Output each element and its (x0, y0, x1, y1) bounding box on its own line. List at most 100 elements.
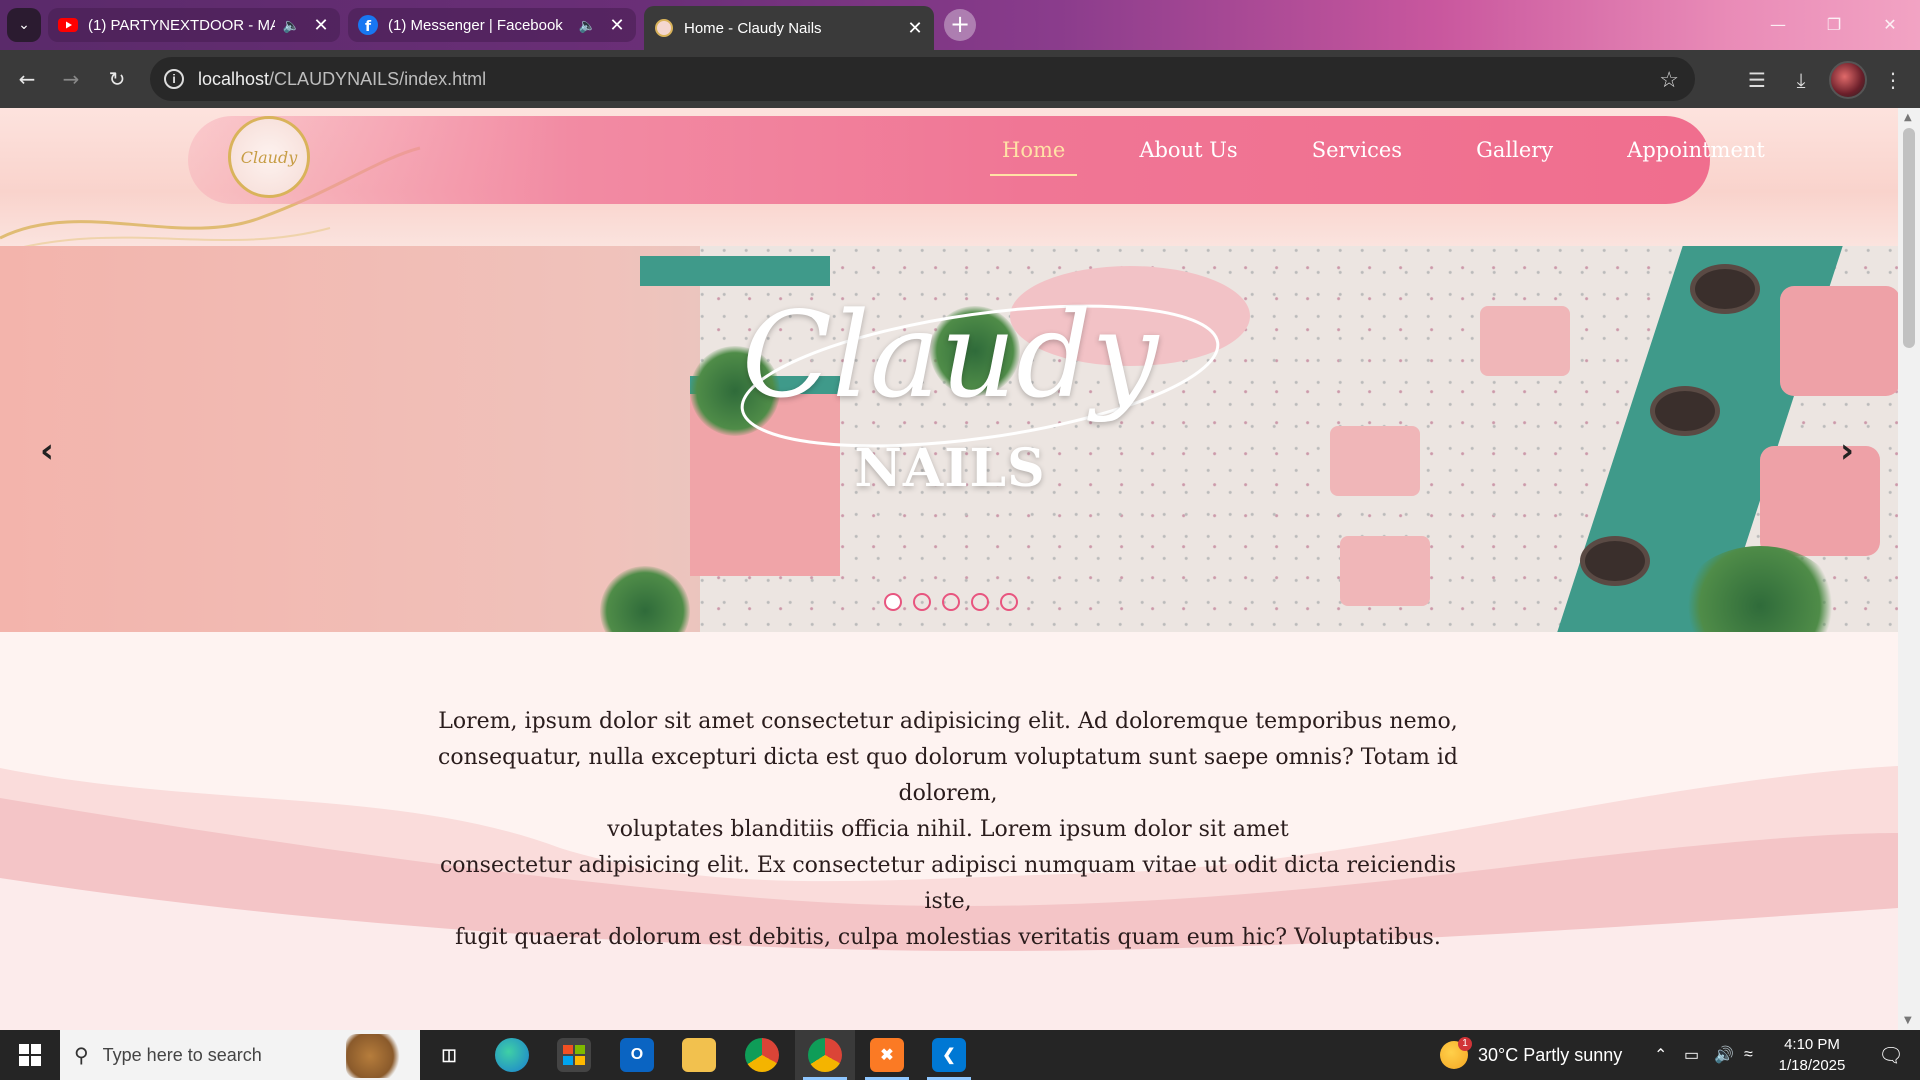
tab-strip: ⌄ (1) PARTYNEXTDOOR - MAKE 🔈 ✕ f (1) Mes… (0, 0, 1920, 50)
task-view-icon[interactable]: ◫ (432, 1038, 466, 1072)
battery-icon[interactable]: ▭ (1684, 1030, 1699, 1080)
tab-title: Home - Claudy Nails (684, 19, 822, 37)
tab-youtube[interactable]: (1) PARTYNEXTDOOR - MAKE 🔈 ✕ (48, 8, 340, 42)
carousel-dot[interactable] (942, 593, 960, 611)
nav-about-us[interactable]: About Us (1127, 138, 1249, 176)
arrow-left-icon: ← (18, 67, 36, 91)
search-icon: ⚲ (74, 1044, 89, 1067)
restore-icon[interactable]: ❐ (1806, 0, 1862, 48)
arrow-right-icon: → (62, 67, 80, 91)
carousel-prev-button[interactable]: ‹ (40, 431, 54, 471)
speaker-icon[interactable]: 🔈 (283, 17, 300, 34)
page-scrollbar[interactable]: ▲ ▼ (1898, 108, 1920, 1030)
tab-messenger[interactable]: f (1) Messenger | Facebook 🔈 ✕ (348, 8, 636, 42)
start-button[interactable] (0, 1030, 60, 1080)
bowl-decoration (1580, 536, 1650, 586)
menu-kebab-icon[interactable]: ⋮ (1878, 65, 1908, 95)
windows-taskbar: ⚲ Type here to search ◫ O ✖ ❮ 1 30°C Par… (0, 1030, 1920, 1080)
file-explorer-icon[interactable] (682, 1038, 716, 1072)
scrollbar-thumb[interactable] (1903, 128, 1915, 348)
carousel-dot[interactable] (913, 593, 931, 611)
chair-decoration (1760, 446, 1880, 556)
outlook-icon[interactable]: O (620, 1038, 654, 1072)
minimize-icon[interactable]: — (1750, 0, 1806, 48)
tab-title: (1) Messenger | Facebook (388, 16, 563, 34)
xampp-icon[interactable]: ✖ (870, 1038, 904, 1072)
edge-icon[interactable] (495, 1038, 529, 1072)
close-icon[interactable]: ✕ (608, 15, 626, 36)
bookmark-star-icon[interactable]: ☆ (1659, 67, 1679, 93)
close-icon[interactable]: ✕ (906, 18, 924, 39)
scroll-up-icon[interactable]: ▲ (1904, 112, 1912, 123)
media-control-icon[interactable]: ☰ (1742, 65, 1772, 95)
shelf-decoration (640, 256, 830, 286)
bowl-decoration (1690, 264, 1760, 314)
search-placeholder: Type here to search (102, 1044, 262, 1065)
site-logo[interactable]: Claudy (228, 116, 310, 198)
intro-line: voluptates blanditiis officia nihil. Lor… (607, 817, 1289, 842)
youtube-icon (58, 15, 78, 35)
url-host: localhost (198, 68, 270, 89)
bowl-decoration (1650, 386, 1720, 436)
svg-text:f: f (365, 19, 372, 35)
store-icon[interactable] (557, 1038, 591, 1072)
close-window-icon[interactable]: ✕ (1862, 0, 1918, 48)
back-button[interactable]: ← (12, 64, 42, 94)
download-icon[interactable]: ⤓ (1786, 65, 1816, 95)
site-icon (654, 18, 674, 38)
carousel-dot[interactable] (971, 593, 989, 611)
weather-widget[interactable]: 1 30°C Partly sunny (1440, 1030, 1622, 1080)
carousel-indicators (884, 593, 1029, 611)
nav-gallery[interactable]: Gallery (1464, 138, 1565, 176)
chrome-icon[interactable] (745, 1038, 779, 1072)
system-clock[interactable]: 4:10 PM 1/18/2025 (1762, 1034, 1862, 1076)
search-highlight-image (346, 1034, 406, 1078)
intro-line: Lorem, ipsum dolor sit amet consectetur … (438, 709, 1458, 734)
partly-sunny-icon: 1 (1440, 1037, 1472, 1069)
intro-text: Lorem, ipsum dolor sit amet consectetur … (418, 704, 1478, 956)
carousel-dot[interactable] (1000, 593, 1018, 611)
notification-icon[interactable]: 🗨 (1862, 1030, 1920, 1080)
address-bar[interactable]: i localhost/CLAUDYNAILS/index.html ☆ (150, 57, 1695, 101)
taskbar-search[interactable]: ⚲ Type here to search (60, 1030, 420, 1080)
profile-avatar[interactable] (1829, 61, 1867, 99)
close-icon[interactable]: ✕ (312, 15, 330, 36)
stool-decoration (1480, 306, 1570, 376)
speaker-icon[interactable]: 🔈 (579, 17, 596, 34)
chair-decoration (1780, 286, 1898, 396)
tray-overflow-icon[interactable]: ⌃ (1654, 1030, 1667, 1080)
reload-icon: ↻ (108, 67, 126, 91)
tab-title: (1) PARTYNEXTDOOR - MAKE (88, 16, 275, 34)
hero-carousel: Claudy NAILS ‹ › (0, 246, 1898, 632)
weather-text: 30°C Partly sunny (1478, 1044, 1623, 1065)
brand-subtitle: NAILS (854, 438, 1046, 499)
windows-logo-icon (19, 1044, 41, 1066)
logo-text: Claudy (240, 147, 298, 167)
nav-appointment[interactable]: Appointment (1615, 138, 1777, 176)
site-info-icon[interactable]: i (164, 69, 184, 89)
wifi-icon[interactable]: ≈ (1744, 1030, 1753, 1080)
forward-button[interactable]: → (56, 64, 86, 94)
clock-time: 4:10 PM (1784, 1036, 1840, 1053)
new-tab-button[interactable]: + (944, 9, 976, 41)
nav-home[interactable]: Home (990, 138, 1078, 176)
page-viewport: Claudy Home About Us Services Gallery Ap… (0, 108, 1898, 1030)
clock-date: 1/18/2025 (1778, 1057, 1846, 1074)
vscode-icon[interactable]: ❮ (932, 1038, 966, 1072)
reload-button[interactable]: ↻ (102, 64, 132, 94)
carousel-dot[interactable] (884, 593, 902, 611)
nav-services[interactable]: Services (1300, 138, 1414, 176)
tab-claudy-nails[interactable]: Home - Claudy Nails ✕ (644, 6, 934, 50)
tab-search-button[interactable]: ⌄ (7, 8, 41, 42)
stool-decoration (1340, 536, 1430, 606)
carousel-next-button[interactable]: › (1840, 431, 1854, 471)
chrome-profile-icon[interactable] (808, 1038, 842, 1072)
chevron-down-icon: ⌄ (18, 17, 30, 33)
intro-line: consequatur, nulla excepturi dicta est q… (438, 745, 1458, 806)
volume-icon[interactable]: 🔊 (1714, 1030, 1734, 1080)
site-nav-links: Home About Us Services Gallery Appointme… (990, 138, 1777, 176)
url-path: /CLAUDYNAILS/index.html (269, 68, 487, 89)
intro-line: consectetur adipisicing elit. Ex consect… (439, 853, 1457, 914)
scroll-down-icon[interactable]: ▼ (1904, 1015, 1912, 1026)
browser-toolbar: ← → ↻ i localhost/CLAUDYNAILS/index.html… (0, 50, 1920, 108)
